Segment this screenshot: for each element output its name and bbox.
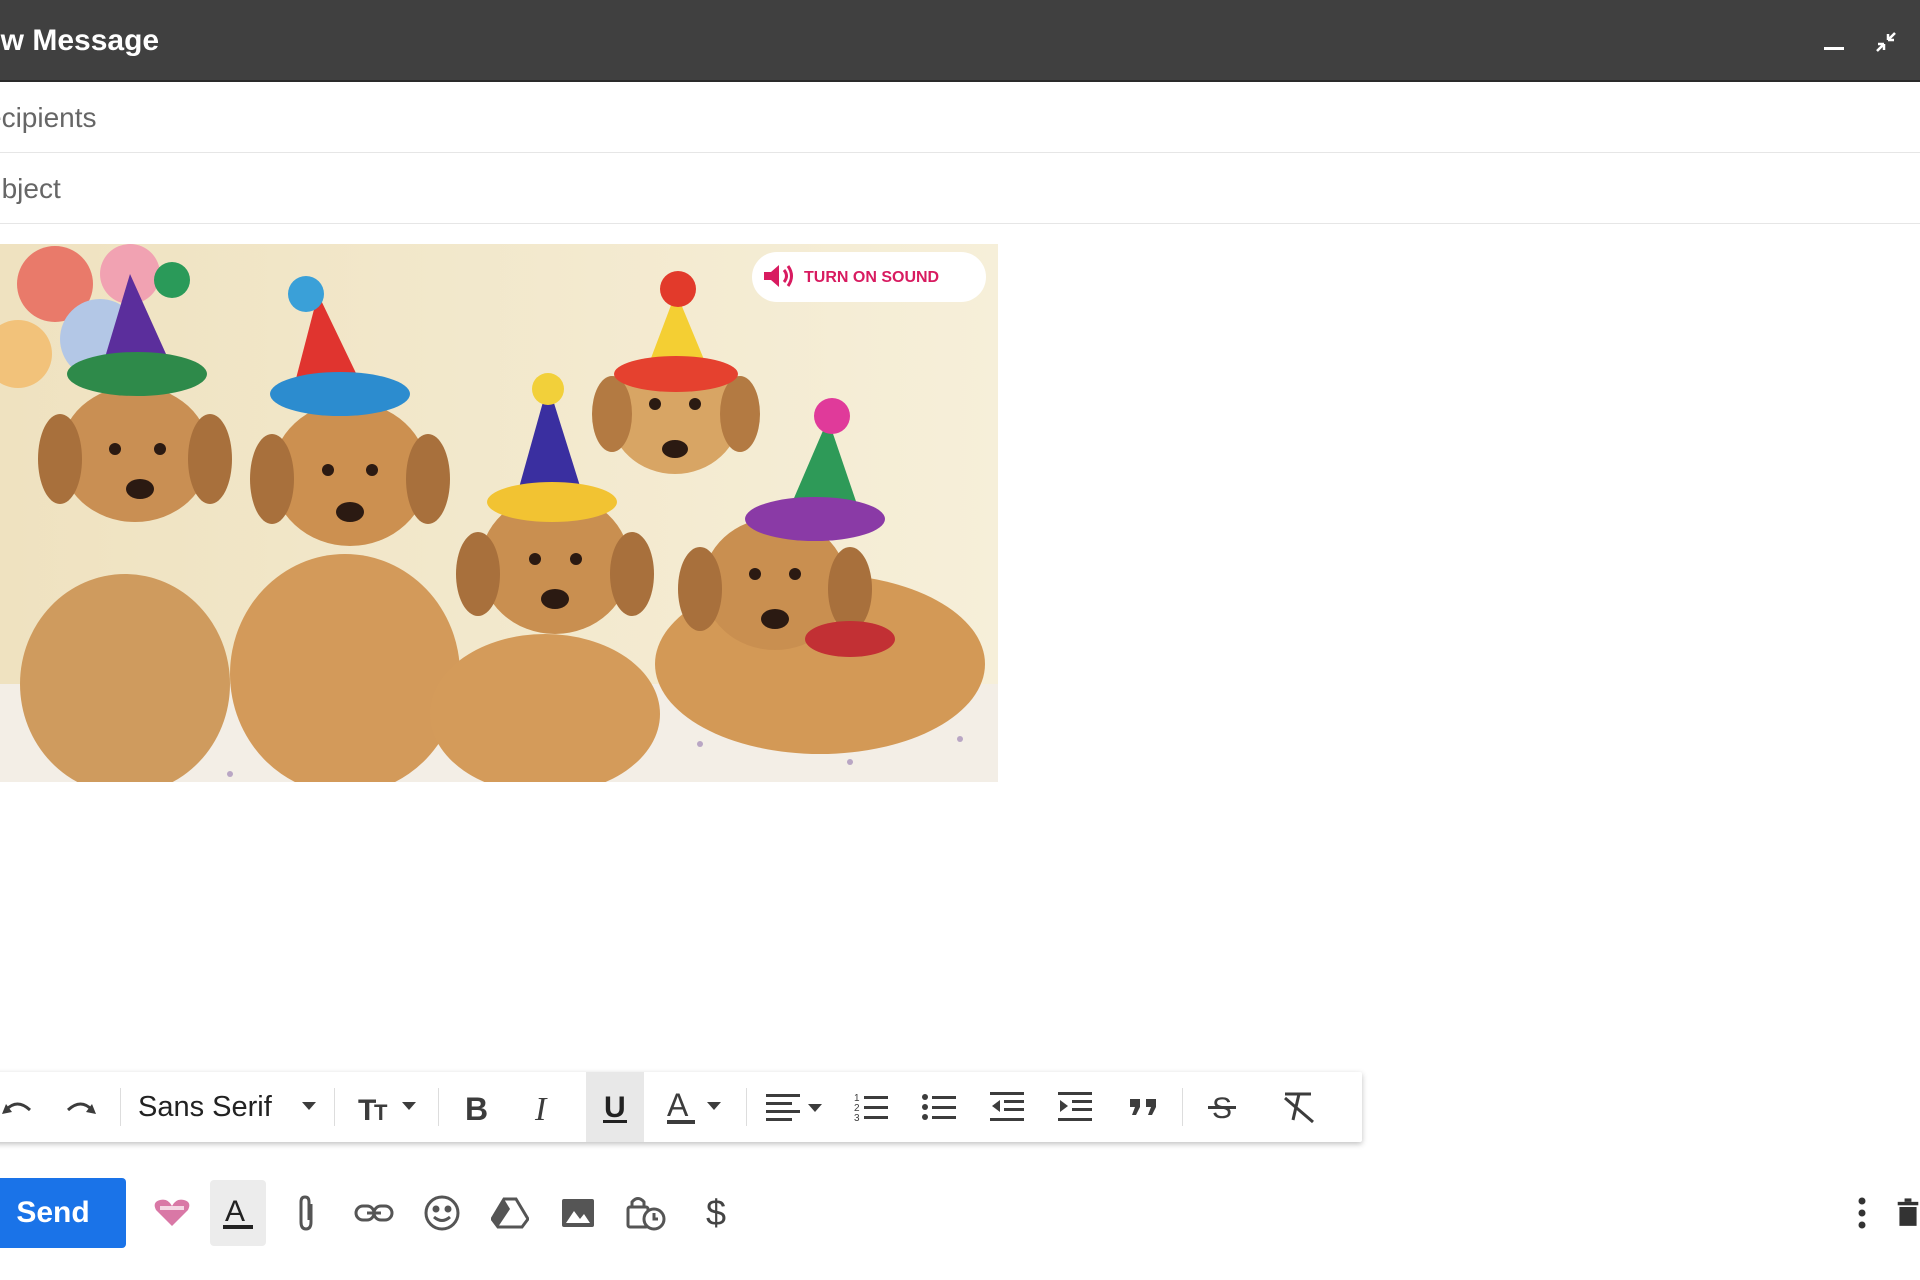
undo-icon[interactable] — [0, 1072, 44, 1142]
attach-file-icon[interactable] — [278, 1180, 334, 1246]
insert-photo-icon[interactable] — [550, 1180, 606, 1246]
subject-field[interactable]: ubject — [0, 153, 1920, 224]
subject-placeholder: ubject — [0, 173, 61, 204]
toolbar-divider — [746, 1088, 747, 1126]
speaker-icon — [762, 262, 796, 295]
indent-more-icon[interactable] — [1048, 1072, 1104, 1142]
toolbar-divider — [120, 1088, 121, 1126]
svg-text:B: B — [465, 1091, 488, 1124]
bold-icon[interactable]: B — [450, 1072, 504, 1142]
quote-icon[interactable] — [1116, 1072, 1172, 1142]
italic-icon[interactable]: I — [518, 1072, 572, 1142]
formatting-toolbar: Sans Serif TT B I U A 123 S — [0, 1072, 1362, 1142]
compose-window: ew Message ecipients ubject — [0, 0, 1920, 1280]
compose-title: ew Message — [0, 24, 160, 57]
font-family-select[interactable]: Sans Serif — [124, 1072, 324, 1142]
svg-text:T: T — [374, 1100, 388, 1124]
font-family-label: Sans Serif — [138, 1090, 272, 1123]
recipients-field[interactable]: ecipients — [0, 82, 1920, 153]
send-money-icon[interactable]: $ — [688, 1180, 744, 1246]
svg-text:I: I — [534, 1091, 548, 1124]
insert-link-icon[interactable] — [346, 1180, 402, 1246]
birthday-puppies-image — [0, 244, 998, 782]
compose-action-bar: Send A $ — [0, 1160, 1920, 1280]
google-drive-icon[interactable] — [482, 1180, 538, 1246]
send-button[interactable]: Send — [0, 1178, 126, 1248]
discard-draft-icon[interactable] — [1896, 1180, 1920, 1246]
strikethrough-icon[interactable]: S — [1194, 1072, 1250, 1142]
compose-title-bar: ew Message — [0, 0, 1920, 82]
svg-text:3: 3 — [854, 1113, 860, 1123]
recipients-placeholder: ecipients — [0, 102, 97, 133]
remove-formatting-icon[interactable] — [1268, 1072, 1330, 1142]
align-icon[interactable] — [758, 1072, 834, 1142]
toolbar-divider — [438, 1088, 439, 1126]
svg-text:U: U — [604, 1091, 626, 1124]
toolbar-divider — [1182, 1088, 1183, 1126]
exit-fullscreen-icon[interactable] — [1868, 24, 1904, 60]
minimize-icon[interactable] — [1816, 24, 1852, 60]
indent-less-icon[interactable] — [980, 1072, 1036, 1142]
underline-icon[interactable]: U — [586, 1072, 644, 1142]
confidential-mode-icon[interactable] — [618, 1180, 674, 1246]
redo-icon[interactable] — [54, 1072, 108, 1142]
turn-on-sound-button[interactable]: TURN ON SOUND — [762, 258, 972, 298]
svg-text:A: A — [225, 1195, 245, 1228]
toolbar-divider — [334, 1088, 335, 1126]
dropdown-arrow-icon — [301, 1102, 316, 1110]
insert-emoji-icon[interactable] — [414, 1180, 470, 1246]
text-color-icon[interactable]: A — [658, 1072, 736, 1142]
numbered-list-icon[interactable]: 123 — [844, 1072, 900, 1142]
svg-text:A: A — [667, 1088, 689, 1123]
dollar-label: $ — [705, 1192, 727, 1233]
more-options-icon[interactable] — [1836, 1180, 1888, 1246]
text-size-icon[interactable]: TT — [348, 1072, 428, 1142]
animated-card-icon[interactable] — [144, 1180, 200, 1246]
formatting-options-icon[interactable]: A — [210, 1180, 266, 1246]
turn-on-sound-label: TURN ON SOUND — [804, 269, 940, 286]
bulleted-list-icon[interactable] — [912, 1072, 968, 1142]
